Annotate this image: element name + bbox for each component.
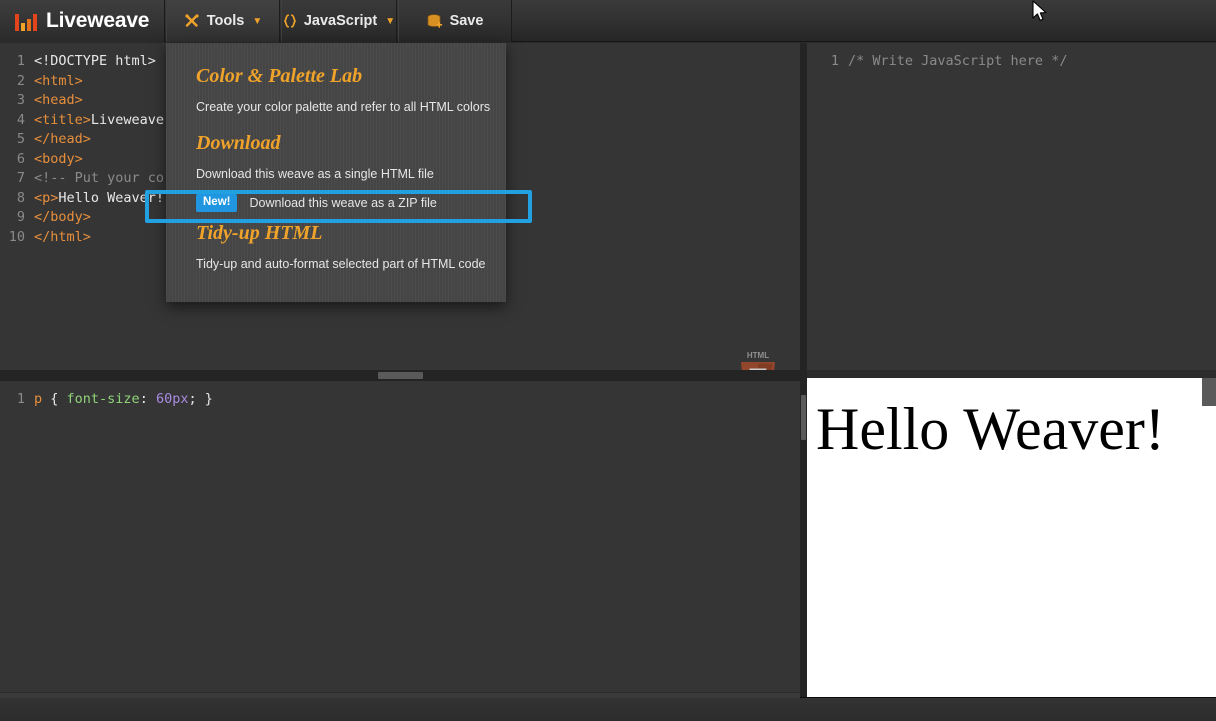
- html5-logo-icon: HTML: [741, 351, 775, 370]
- chevron-down-icon: ▼: [385, 15, 396, 27]
- line-number: 10: [8, 228, 25, 245]
- line-number: 1: [16, 391, 25, 407]
- preview-pane: Hello Weaver!: [807, 378, 1216, 697]
- line-number: 1: [830, 53, 839, 69]
- bars-logo-icon: [15, 12, 37, 31]
- css-code-area[interactable]: 1 p { font-size: 60px; }: [0, 390, 800, 410]
- splitter-handle[interactable]: [801, 395, 806, 440]
- line-number: 2: [16, 72, 25, 89]
- menu-item-color-palette-lab[interactable]: Color & Palette Lab: [166, 65, 506, 88]
- line-number: 9: [16, 209, 25, 225]
- save-button-label: Save: [449, 13, 484, 29]
- code-line-text: <head>: [34, 92, 83, 108]
- code-line-text: <!DOCTYPE html>: [34, 53, 156, 69]
- brand-logo-button[interactable]: Liveweave: [0, 0, 165, 42]
- javascript-editor-pane[interactable]: 1 /* Write JavaScript here */: [807, 43, 1216, 370]
- menu-desc-download-html[interactable]: Download this weave as a single HTML fil…: [166, 155, 506, 181]
- code-line: 1 /* Write JavaScript here */: [807, 52, 1216, 72]
- preview-heading: Hello Weaver!: [816, 396, 1165, 462]
- menu-desc-tidy-up-html[interactable]: Tidy-up and auto-format selected part of…: [166, 245, 506, 271]
- javascript-menu-button[interactable]: JavaScript ▼: [281, 0, 397, 42]
- code-line-text: p { font-size: 60px; }: [34, 391, 213, 407]
- tools-menu-button[interactable]: Tools ▼: [166, 0, 280, 42]
- code-line-text: <body>: [34, 150, 83, 167]
- splitter-handle[interactable]: [378, 372, 423, 379]
- crossed-tools-icon: [184, 13, 200, 29]
- code-line-text: <html>: [34, 72, 83, 89]
- code-line-text: /* Write JavaScript here */: [848, 53, 1068, 69]
- line-number: 7: [16, 170, 25, 186]
- curly-braces-icon: [283, 13, 297, 29]
- svg-text:HTML: HTML: [747, 351, 769, 360]
- menu-desc-download-zip: Download this weave as a ZIP file: [249, 196, 437, 210]
- menu-desc-color-palette-lab[interactable]: Create your color palette and refer to a…: [166, 88, 506, 114]
- line-number: 1: [16, 53, 25, 69]
- brand-name: Liveweave: [46, 9, 150, 32]
- save-button[interactable]: Save: [398, 0, 512, 42]
- line-number: 6: [16, 150, 25, 167]
- code-line: 1 p { font-size: 60px; }: [0, 390, 800, 410]
- code-line-text: <title>Liveweave: [34, 111, 165, 128]
- line-number: 4: [16, 111, 25, 128]
- javascript-code-area[interactable]: 1 /* Write JavaScript here */: [807, 52, 1216, 72]
- horizontal-splitter[interactable]: [0, 370, 800, 381]
- line-number: 5: [16, 131, 25, 147]
- vertical-splitter[interactable]: [800, 43, 807, 697]
- tools-dropdown-menu[interactable]: Color & Palette Lab Create your color pa…: [166, 43, 506, 302]
- code-line-text: </body>: [34, 209, 91, 225]
- footer-bar: [0, 692, 1216, 721]
- preview-scrollbar[interactable]: [1202, 378, 1216, 406]
- code-line-text: </html>: [34, 228, 91, 245]
- liveweave-app: Liveweave Tools ▼ JavaScript ▼ Save 1 <!…: [0, 0, 1216, 721]
- tools-button-label: Tools: [206, 13, 245, 29]
- line-number: 3: [16, 92, 25, 108]
- top-toolbar: Liveweave Tools ▼ JavaScript ▼ Save: [0, 0, 1216, 42]
- database-save-icon: [427, 13, 443, 29]
- code-line-text: </head>: [34, 131, 91, 147]
- line-number: 8: [16, 189, 25, 206]
- footer-strip: [0, 692, 800, 698]
- menu-item-tidy-up-html[interactable]: Tidy-up HTML: [166, 216, 506, 245]
- javascript-button-label: JavaScript: [303, 13, 378, 29]
- code-line-text: <!-- Put your co: [34, 170, 165, 186]
- menu-item-download-zip[interactable]: New! Download this weave as a ZIP file: [166, 190, 506, 216]
- css-editor-pane[interactable]: 1p { font-size: 60px; } CSS: [0, 381, 800, 697]
- code-line-text: <p>Hello Weaver!: [34, 189, 165, 206]
- new-badge: New!: [196, 194, 238, 212]
- chevron-down-icon: ▼: [252, 15, 263, 27]
- menu-item-download[interactable]: Download: [166, 114, 506, 155]
